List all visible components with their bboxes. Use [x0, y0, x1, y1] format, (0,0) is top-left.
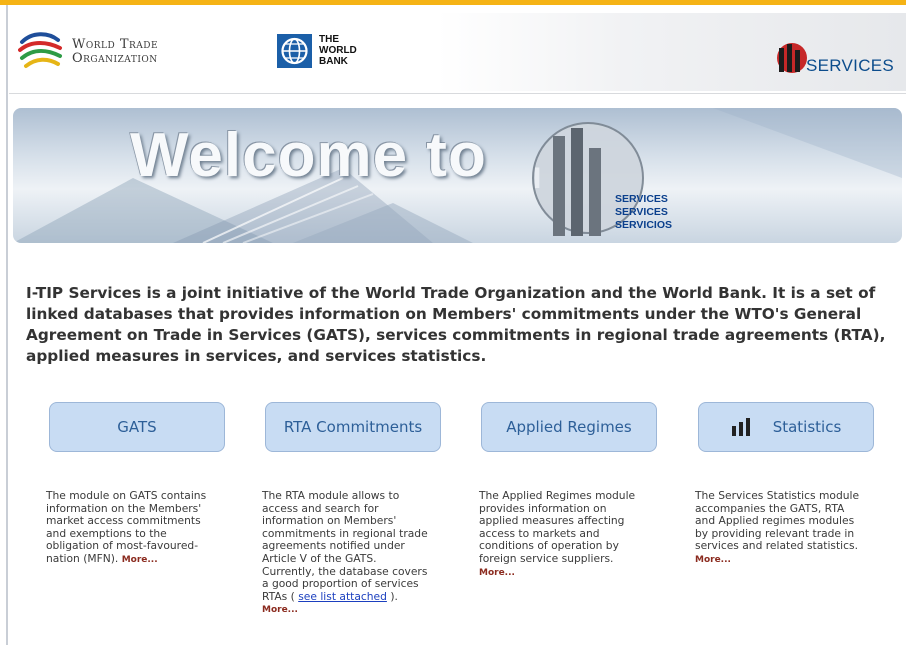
wb-line3: BANK — [319, 56, 348, 67]
banner-language-list: SERVICES SERVICES SERVICIOS — [615, 193, 672, 232]
statistics-description: The Services Statistics module accompani… — [695, 489, 865, 567]
header-divider — [9, 93, 906, 94]
wto-name-line2: Organization — [72, 51, 158, 66]
welcome-heading: Welcome to — [130, 121, 487, 190]
wto-name-line1: World Trade — [72, 37, 159, 52]
banner-lang-es: SERVICIOS — [615, 219, 672, 231]
statistics-button-label: Statistics — [772, 418, 842, 436]
world-bank-logo-text[interactable]: THE WORLD BANK — [319, 34, 357, 67]
rta-more-link[interactable]: More... — [262, 605, 298, 615]
applied-regimes-description-text: The Applied Regimes module provides info… — [479, 489, 636, 565]
applied-regimes-more-link[interactable]: More... — [479, 568, 515, 578]
svg-text:I: I — [533, 162, 541, 195]
rta-commitments-button[interactable]: RTA Commitments — [265, 402, 441, 452]
gats-description: The module on GATS contains information … — [46, 489, 216, 567]
statistics-button[interactable]: Statistics — [698, 402, 874, 452]
banner-lang-fr: SERVICES — [615, 206, 668, 218]
statistics-description-text: The Services Statistics module accompani… — [695, 489, 860, 553]
wb-line2: WORLD — [319, 45, 357, 56]
intro-paragraph: I-TIP Services is a joint initiative of … — [26, 284, 886, 365]
gats-more-link[interactable]: More... — [122, 555, 158, 565]
page-left-border — [6, 5, 8, 645]
itip-logo-icon[interactable] — [776, 40, 810, 76]
applied-regimes-button[interactable]: Applied Regimes — [481, 402, 657, 452]
itip-services-label[interactable]: SERVICES — [806, 56, 894, 76]
applied-regimes-button-label: Applied Regimes — [506, 418, 632, 436]
applied-regimes-description: The Applied Regimes module provides info… — [479, 489, 649, 579]
statistics-more-link[interactable]: More... — [695, 555, 731, 565]
wto-logo-text[interactable]: World Trade Organization — [72, 38, 158, 66]
rta-description-text: The RTA module allows to access and sear… — [262, 489, 428, 603]
wb-line1: THE — [319, 34, 339, 45]
rta-description: The RTA module allows to access and sear… — [262, 489, 432, 617]
gats-button[interactable]: GATS — [49, 402, 225, 452]
wto-logo-icon[interactable] — [18, 30, 64, 70]
rta-button-label: RTA Commitments — [283, 418, 423, 436]
bar-chart-icon — [731, 418, 750, 436]
rta-list-link[interactable]: see list attached — [298, 590, 387, 603]
gats-description-text: The module on GATS contains information … — [46, 489, 207, 565]
gats-button-label: GATS — [117, 418, 157, 436]
banner-lang-en: SERVICES — [615, 193, 668, 205]
world-bank-logo-icon[interactable] — [277, 34, 312, 68]
rta-description-end: ). — [390, 589, 398, 603]
header-gradient — [437, 13, 906, 91]
top-accent-bar — [0, 0, 906, 5]
